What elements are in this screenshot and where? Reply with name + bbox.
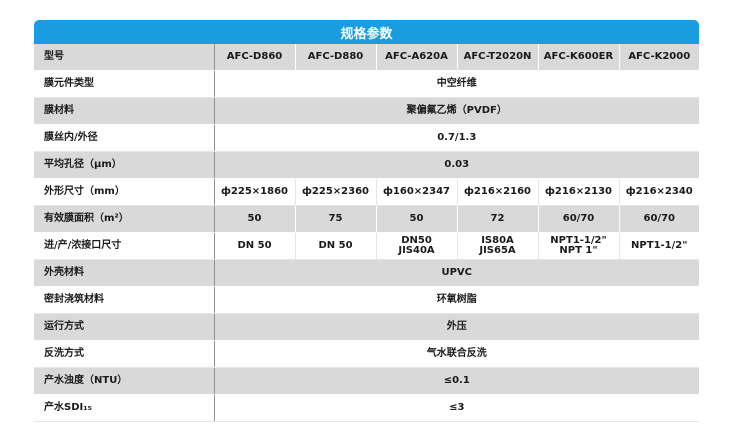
value-cell: 0.7/1.3: [214, 124, 699, 152]
value-cell: 60/70: [619, 205, 699, 233]
value-cell: 50: [214, 205, 296, 233]
value-cell: ф216×2160: [457, 178, 539, 206]
spec-table: 型号 AFC-D860 AFC-D880 AFC-A620A AFC-T2020…: [34, 44, 699, 422]
value-cell: 50: [376, 205, 458, 233]
table-row: 有效膜面积（m²） 50 75 50 72 60/70 60/70: [34, 205, 699, 233]
table-row: 型号 AFC-D860 AFC-D880 AFC-A620A AFC-T2020…: [34, 44, 699, 71]
value-cell: 60/70: [538, 205, 620, 233]
row-label: 密封浇筑材料: [34, 286, 215, 314]
table-row: 反洗方式 气水联合反洗: [34, 340, 699, 368]
value-cell: ≤0.1: [214, 367, 699, 395]
model-cell: AFC-T2020N: [457, 44, 539, 71]
row-label: 膜材料: [34, 97, 215, 125]
cell-line: NPT1-1/2": [631, 240, 688, 251]
spec-title-bar: 规格参数: [34, 20, 699, 44]
row-label: 外壳材料: [34, 259, 215, 287]
value-cell: NPT1-1/2" NPT 1": [538, 232, 620, 260]
table-row: 密封浇筑材料 环氧树脂: [34, 286, 699, 314]
row-label: 反洗方式: [34, 340, 215, 368]
value-cell: ф216×2130: [538, 178, 620, 206]
value-cell: UPVC: [214, 259, 699, 287]
row-label: 产水浊度（NTU）: [34, 367, 215, 395]
value-cell: 72: [457, 205, 539, 233]
model-cell: AFC-K600ER: [538, 44, 620, 71]
model-cell: AFC-A620A: [376, 44, 458, 71]
model-cell: AFC-D860: [214, 44, 296, 71]
table-row: 产水SDI₁₅ ≤3: [34, 394, 699, 422]
value-cell: DN 50: [214, 232, 296, 260]
cell-line: DN 50: [237, 240, 272, 251]
value-cell: ≤3: [214, 394, 699, 422]
model-cell: AFC-D880: [295, 44, 377, 71]
spec-table-container: 规格参数 型号 AFC-D860 AFC-D880 AFC-A620A AFC-…: [34, 20, 699, 422]
row-label: 膜元件类型: [34, 70, 215, 98]
row-label: 外形尺寸（mm）: [34, 178, 215, 206]
row-label: 膜丝内/外径: [34, 124, 215, 152]
table-row: 膜元件类型 中空纤维: [34, 70, 699, 98]
value-cell: ф160×2347: [376, 178, 458, 206]
row-label: 产水SDI₁₅: [34, 394, 215, 422]
spec-title: 规格参数: [340, 26, 393, 42]
table-row: 膜丝内/外径 0.7/1.3: [34, 124, 699, 152]
row-label: 进/产/浓接口尺寸: [34, 232, 215, 260]
value-cell: ф225×2360: [295, 178, 377, 206]
value-cell: NPT1-1/2": [619, 232, 699, 260]
cell-line: NPT 1": [559, 245, 598, 256]
value-cell: 75: [295, 205, 377, 233]
model-cell: AFC-K2000: [619, 44, 699, 71]
value-cell: 0.03: [214, 151, 699, 179]
value-cell: 气水联合反洗: [214, 340, 699, 368]
value-cell: ф216×2340: [619, 178, 699, 206]
table-row: 平均孔径（μm） 0.03: [34, 151, 699, 179]
table-row: 进/产/浓接口尺寸 DN 50 DN 50 DN50 JIS40A IS80A …: [34, 232, 699, 260]
table-row: 外壳材料 UPVC: [34, 259, 699, 287]
table-row: 运行方式 外压: [34, 313, 699, 341]
value-cell: 聚偏氟乙烯（PVDF）: [214, 97, 699, 125]
row-label: 型号: [34, 44, 215, 71]
row-label: 运行方式: [34, 313, 215, 341]
cell-line: JIS40A: [398, 245, 435, 256]
row-label: 平均孔径（μm）: [34, 151, 215, 179]
value-cell: DN50 JIS40A: [376, 232, 458, 260]
cell-line: DN 50: [318, 240, 353, 251]
value-cell: 中空纤维: [214, 70, 699, 98]
table-row: 外形尺寸（mm） ф225×1860 ф225×2360 ф160×2347 ф…: [34, 178, 699, 206]
value-cell: DN 50: [295, 232, 377, 260]
table-row: 产水浊度（NTU） ≤0.1: [34, 367, 699, 395]
value-cell: IS80A JIS65A: [457, 232, 539, 260]
value-cell: 环氧树脂: [214, 286, 699, 314]
row-label: 有效膜面积（m²）: [34, 205, 215, 233]
value-cell: 外压: [214, 313, 699, 341]
value-cell: ф225×1860: [214, 178, 296, 206]
table-row: 膜材料 聚偏氟乙烯（PVDF）: [34, 97, 699, 125]
cell-line: JIS65A: [479, 245, 516, 256]
